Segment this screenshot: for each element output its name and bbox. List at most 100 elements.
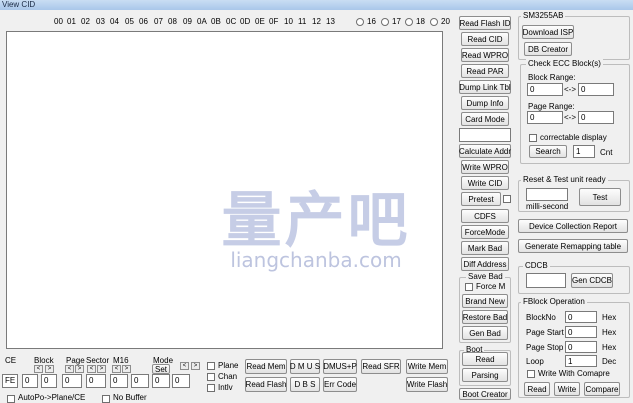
cdfs-button[interactable]: CDFS (461, 209, 509, 223)
correctable-display-label: correctable display (540, 133, 607, 142)
boot-creator-button[interactable]: Boot Creator (459, 388, 511, 400)
block-increment-arrow[interactable]: > (45, 365, 54, 373)
milli-second-input[interactable] (526, 188, 568, 201)
mode-input[interactable]: 0 (152, 374, 170, 388)
chan-checkbox[interactable] (207, 373, 215, 381)
radio-18[interactable] (405, 18, 413, 26)
auto-po-checkbox[interactable] (7, 395, 15, 403)
download-isp-button[interactable]: Download ISP (522, 25, 574, 39)
extra-input[interactable]: 0 (172, 374, 190, 388)
sector-decrement-arrow[interactable]: < (87, 365, 96, 373)
radio-20[interactable] (430, 18, 438, 26)
calculate-addr-button[interactable]: Calculate Addr (459, 144, 511, 158)
radio-16[interactable] (356, 18, 364, 26)
page-stop-input[interactable]: 0 (565, 341, 597, 353)
write-with-compare-checkbox[interactable] (527, 370, 535, 378)
no-buffer-checkbox[interactable] (102, 395, 110, 403)
restore-bad-button[interactable]: Restore Bad (462, 310, 508, 324)
correctable-display-checkbox[interactable] (529, 134, 537, 142)
mark-bad-button[interactable]: Mark Bad (461, 241, 509, 255)
extra-increment-arrow[interactable]: > (191, 362, 200, 370)
mode-set-button[interactable]: Set (152, 364, 170, 374)
hex-col-00: 00 (54, 17, 63, 26)
diff-address-button[interactable]: Diff Address (461, 257, 509, 271)
pretest-checkbox[interactable] (503, 195, 511, 203)
dbs-button[interactable]: D B S (290, 377, 320, 392)
force-mode-button[interactable]: ForceMode (461, 225, 509, 239)
watermark: 量产吧 liangchanba.com (196, 188, 436, 272)
page-start-label: Page Start (526, 328, 564, 337)
hex-col-0f: 0F (269, 17, 279, 26)
gen-bad-button[interactable]: Gen Bad (462, 326, 508, 340)
fblock-write-button[interactable]: Write (554, 382, 580, 396)
window-title: View CID (2, 0, 36, 9)
sector-num-input[interactable]: 0 (86, 374, 106, 388)
m16-input-a[interactable]: 0 (110, 374, 128, 388)
block-range-to-input[interactable]: 0 (578, 83, 614, 96)
force-m-label: Force M (476, 282, 506, 291)
block-range-from-input[interactable]: 0 (527, 83, 563, 96)
parsing-button[interactable]: Parsing (462, 368, 508, 382)
block-decrement-arrow[interactable]: < (34, 365, 43, 373)
write-flash-button[interactable]: Write Flash (406, 377, 448, 392)
db-creator-button[interactable]: DB Creator (524, 42, 572, 56)
sector-increment-arrow[interactable]: > (97, 365, 106, 373)
test-button[interactable]: Test (579, 188, 621, 206)
read-flash-id-button[interactable]: Read Flash ID (459, 16, 511, 30)
loop-label: Loop (526, 357, 544, 366)
dmus-button[interactable]: D M U S (290, 359, 320, 374)
read-par-button[interactable]: Read PAR (461, 64, 509, 78)
dmus-plus-p-button[interactable]: DMUS+P (323, 359, 357, 374)
cdcb-input[interactable] (526, 273, 566, 288)
force-m-checkbox[interactable] (465, 283, 473, 291)
ecc-search-button[interactable]: Search (529, 145, 567, 158)
generate-remapping-table-button[interactable]: Generate Remapping table (518, 239, 628, 253)
radio-17[interactable] (381, 18, 389, 26)
m16-input-b[interactable]: 0 (131, 374, 149, 388)
block-num-input-a[interactable]: 0 (22, 374, 38, 388)
hex-col-04: 04 (110, 17, 119, 26)
gen-cdcb-button[interactable]: Gen CDCB (571, 273, 613, 288)
page-range-from-input[interactable]: 0 (527, 111, 563, 124)
device-collection-report-button[interactable]: Device Collection Report (518, 219, 628, 233)
extra-decrement-arrow[interactable]: < (180, 362, 189, 370)
read-wpro-button[interactable]: Read WPRO (461, 48, 509, 62)
address-input[interactable] (459, 128, 511, 142)
fblock-operation-title: FBlock Operation (521, 297, 587, 307)
m16-increment-arrow[interactable]: > (122, 365, 131, 373)
m16-decrement-arrow[interactable]: < (112, 365, 121, 373)
read-cid-button[interactable]: Read CID (461, 32, 509, 46)
reset-test-title: Reset & Test unit ready (521, 175, 608, 185)
intlv-checkbox[interactable] (207, 384, 215, 392)
page-range-sep: <-> (564, 113, 577, 122)
write-cid-button[interactable]: Write CID (461, 176, 509, 190)
pretest-button[interactable]: Pretest (461, 192, 501, 206)
read-flash-button[interactable]: Read Flash (245, 377, 287, 392)
page-increment-arrow[interactable]: > (75, 365, 84, 373)
plane-checkbox[interactable] (207, 362, 215, 370)
fblock-compare-button[interactable]: Compare (584, 382, 620, 396)
read-mem-button[interactable]: Read Mem (245, 359, 287, 374)
hex-col-02: 02 (81, 17, 90, 26)
page-start-input[interactable]: 0 (565, 326, 597, 338)
block-no-input[interactable]: 0 (565, 311, 597, 323)
brand-new-button[interactable]: Brand New (462, 294, 508, 308)
fblock-read-button[interactable]: Read (524, 382, 550, 396)
write-with-compare-label: Write With Comapre (538, 369, 610, 378)
ce-input[interactable]: FE (2, 374, 18, 388)
plane-label: Plane (218, 361, 239, 370)
loop-input[interactable]: 1 (565, 355, 597, 367)
ecc-cnt-input[interactable]: 1 (573, 145, 595, 158)
boot-read-button[interactable]: Read (462, 352, 508, 366)
card-mode-button[interactable]: Card Mode (461, 112, 509, 126)
write-wpro-button[interactable]: Write WPRO (461, 160, 509, 174)
page-num-input[interactable]: 0 (62, 374, 82, 388)
block-num-input-b[interactable]: 0 (41, 374, 57, 388)
page-decrement-arrow[interactable]: < (65, 365, 74, 373)
err-code-button[interactable]: Err Code (323, 377, 357, 392)
dump-link-tbl-button[interactable]: Dump Link Tbl (459, 80, 511, 94)
dump-info-button[interactable]: Dump Info (461, 96, 509, 110)
page-range-to-input[interactable]: 0 (578, 111, 614, 124)
write-mem-button[interactable]: Write Mem (406, 359, 448, 374)
read-sfr-button[interactable]: Read SFR (361, 359, 401, 374)
